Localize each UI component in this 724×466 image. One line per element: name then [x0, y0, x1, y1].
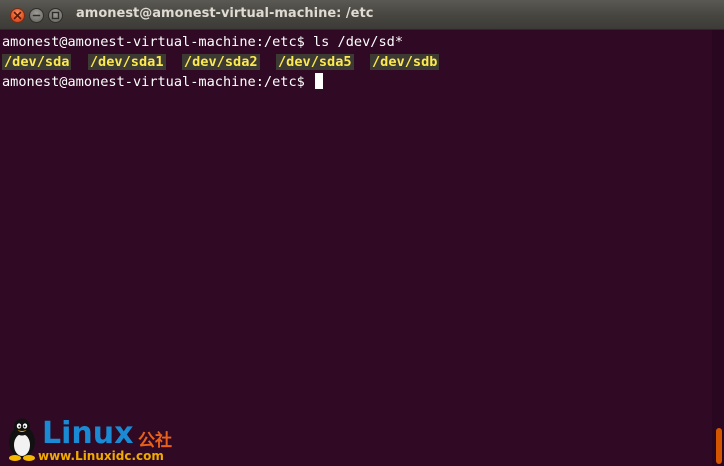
scrollbar[interactable]	[712, 30, 724, 466]
title-bar[interactable]: amonest@amonest-virtual-machine: /etc	[0, 0, 724, 30]
watermark-logo: Linux 公社 www.Linuxidc.com	[2, 416, 232, 466]
prompt: amonest@amonest-virtual-machine:/etc$	[2, 34, 313, 50]
terminal-output[interactable]: amonest@amonest-virtual-machine:/etc$ ls…	[0, 30, 712, 466]
device-entry: /dev/sdb	[370, 54, 440, 70]
scrollbar-thumb[interactable]	[716, 428, 722, 464]
device-entry: /dev/sda2	[181, 54, 260, 70]
watermark-url: www.Linuxidc.com	[38, 449, 164, 463]
close-icon	[13, 11, 22, 20]
device-entry: /dev/sda5	[275, 54, 354, 70]
command-text: ls /dev/sd*	[313, 34, 404, 50]
minimize-button[interactable]	[29, 8, 44, 23]
current-prompt-line[interactable]: amonest@amonest-virtual-machine:/etc$	[2, 72, 712, 92]
maximize-icon	[51, 11, 60, 20]
watermark-brand-cn: 公社	[138, 431, 172, 451]
watermark-brand: Linux	[42, 416, 134, 451]
tux-penguin-icon	[9, 418, 35, 461]
device-entry: /dev/sda1	[87, 54, 166, 70]
text-cursor	[315, 73, 323, 89]
close-button[interactable]	[10, 8, 25, 23]
prompt: amonest@amonest-virtual-machine:/etc$	[2, 74, 313, 90]
maximize-button[interactable]	[48, 8, 63, 23]
terminal-window: amonest@amonest-virtual-machine: /etc am…	[0, 0, 724, 466]
device-entry: /dev/sda	[2, 54, 72, 70]
window-title: amonest@amonest-virtual-machine: /etc	[76, 6, 374, 21]
command-line: amonest@amonest-virtual-machine:/etc$ ls…	[2, 32, 712, 52]
minimize-icon	[32, 14, 41, 17]
output-line: /dev/sda /dev/sda1 /dev/sda2 /dev/sda5 /…	[2, 52, 712, 72]
